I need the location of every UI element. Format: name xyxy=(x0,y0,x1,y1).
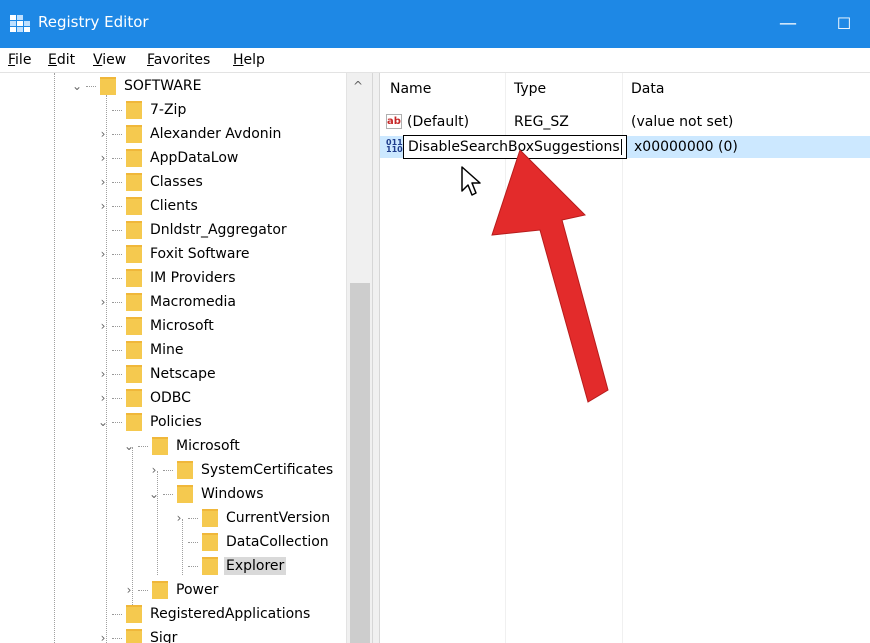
menu-favorites[interactable]: Favorites xyxy=(147,52,210,68)
value-data: x00000000 (0) xyxy=(634,139,738,155)
expand-chevron-icon[interactable]: › xyxy=(172,511,186,525)
folder-icon xyxy=(126,629,142,643)
column-header-type[interactable]: Type xyxy=(514,81,546,97)
tree-node-macromedia[interactable]: › Macromedia xyxy=(96,291,238,313)
tree-node-policies-microsoft[interactable]: ⌄ Microsoft xyxy=(122,435,242,457)
value-row-default[interactable]: ab (Default) REG_SZ (value not set) xyxy=(380,111,870,133)
folder-icon xyxy=(100,77,116,95)
expand-chevron-icon[interactable]: › xyxy=(96,127,110,141)
tree-node-foxit-software[interactable]: › Foxit Software xyxy=(96,243,252,265)
expand-chevron-icon[interactable]: › xyxy=(147,463,161,477)
tree-node-datacollection[interactable]: DataCollection xyxy=(172,531,331,553)
folder-icon xyxy=(126,365,142,383)
folder-icon xyxy=(126,389,142,407)
folder-icon xyxy=(126,173,142,191)
expand-chevron-icon[interactable]: › xyxy=(96,151,110,165)
folder-icon xyxy=(202,557,218,575)
expand-chevron-icon[interactable]: › xyxy=(96,367,110,381)
tree-node-classes[interactable]: › Classes xyxy=(96,171,205,193)
folder-icon xyxy=(126,293,142,311)
column-header-data[interactable]: Data xyxy=(631,81,664,97)
dword-value-icon: 011 110 xyxy=(386,138,403,154)
folder-icon xyxy=(152,437,168,455)
expand-chevron-icon[interactable]: ⌄ xyxy=(70,79,84,93)
registry-editor-icon xyxy=(10,15,30,32)
string-value-icon: ab xyxy=(386,114,402,129)
folder-icon xyxy=(126,245,142,263)
minimize-button[interactable]: — xyxy=(773,10,803,38)
tree-node-netscape[interactable]: › Netscape xyxy=(96,363,218,385)
collapse-chevron-icon[interactable]: ⌄ xyxy=(122,439,136,453)
expand-chevron-icon[interactable]: › xyxy=(96,295,110,309)
folder-icon xyxy=(152,581,168,599)
tree-node-odbc[interactable]: › ODBC xyxy=(96,387,193,409)
menu-bar: File Edit View Favorites Help xyxy=(0,48,870,73)
menu-file[interactable]: File xyxy=(8,52,31,68)
tree-node-software[interactable]: ⌄ SOFTWARE xyxy=(70,75,204,97)
key-tree[interactable]: ⌄ SOFTWARE 7-Zip › Alexander Avdonin › AppD… xyxy=(0,73,346,643)
tree-guide-line xyxy=(54,73,55,643)
tree-node-im-providers[interactable]: IM Providers xyxy=(96,267,238,289)
tree-node-dnldstr-aggregator[interactable]: Dnldstr_Aggregator xyxy=(96,219,289,241)
tree-node-systemcertificates[interactable]: › SystemCertificates xyxy=(147,459,335,481)
folder-icon xyxy=(126,101,142,119)
folder-icon xyxy=(202,509,218,527)
menu-view[interactable]: View xyxy=(93,52,126,68)
folder-icon xyxy=(126,341,142,359)
tree-node-alexander-avdonin[interactable]: › Alexander Avdonin xyxy=(96,123,283,145)
folder-icon xyxy=(126,221,142,239)
expand-chevron-icon[interactable]: › xyxy=(96,199,110,213)
pane-splitter[interactable] xyxy=(372,73,380,643)
menu-edit[interactable]: Edit xyxy=(48,52,75,68)
tree-node-windows[interactable]: ⌄ Windows xyxy=(147,483,266,505)
maximize-button[interactable]: ☐ xyxy=(829,10,859,38)
folder-icon xyxy=(126,197,142,215)
collapse-chevron-icon[interactable]: ⌄ xyxy=(96,415,110,429)
tree-node-currentversion[interactable]: › CurrentVersion xyxy=(172,507,332,529)
expand-chevron-icon[interactable]: › xyxy=(96,631,110,643)
value-data: (value not set) xyxy=(631,114,734,130)
expand-chevron-icon[interactable]: › xyxy=(96,247,110,261)
expand-chevron-icon[interactable]: › xyxy=(96,319,110,333)
tree-node-registeredapplications[interactable]: RegisteredApplications xyxy=(96,603,312,625)
expand-chevron-icon[interactable]: › xyxy=(96,391,110,405)
mouse-pointer-icon xyxy=(461,166,481,196)
expand-chevron-icon[interactable]: › xyxy=(96,175,110,189)
expand-chevron-icon[interactable]: › xyxy=(122,583,136,597)
tree-node-policies[interactable]: ⌄ Policies xyxy=(96,411,204,433)
annotation-arrow xyxy=(491,150,609,403)
window-title: Registry Editor xyxy=(38,13,149,31)
folder-icon xyxy=(126,605,142,623)
tree-node-7zip[interactable]: 7-Zip xyxy=(96,99,188,121)
tree-node-explorer[interactable]: Explorer xyxy=(172,555,287,577)
tree-node-microsoft[interactable]: › Microsoft xyxy=(96,315,216,337)
folder-icon xyxy=(126,149,142,167)
tree-node-power[interactable]: › Power xyxy=(122,579,220,601)
value-type: REG_SZ xyxy=(514,114,569,130)
column-header-name[interactable]: Name xyxy=(390,81,431,97)
tree-node-mine[interactable]: Mine xyxy=(96,339,185,361)
folder-icon xyxy=(177,461,193,479)
tree-node-appdatalow[interactable]: › AppDataLow xyxy=(96,147,240,169)
collapse-chevron-icon[interactable]: ⌄ xyxy=(147,487,161,501)
folder-icon xyxy=(126,317,142,335)
tree-scrollbar[interactable]: ^ xyxy=(346,73,373,643)
folder-icon xyxy=(126,413,142,431)
folder-icon xyxy=(126,269,142,287)
value-name: (Default) xyxy=(407,114,470,130)
tree-node-clients[interactable]: › Clients xyxy=(96,195,200,217)
folder-icon xyxy=(202,533,218,551)
folder-icon xyxy=(177,485,193,503)
tree-node-sigr[interactable]: › Sigr xyxy=(96,627,179,643)
scrollbar-thumb[interactable] xyxy=(350,283,370,643)
menu-help[interactable]: Help xyxy=(233,52,265,68)
scroll-up-arrow-icon[interactable]: ^ xyxy=(353,79,363,93)
folder-icon xyxy=(126,125,142,143)
title-bar: Registry Editor — ☐ xyxy=(0,0,870,48)
